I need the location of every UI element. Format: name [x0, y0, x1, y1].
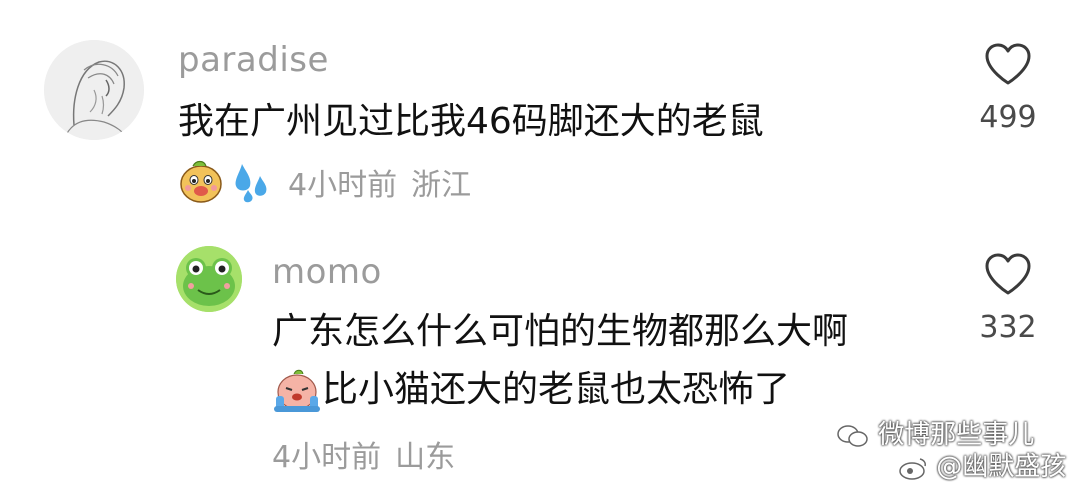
comment-text[interactable]: 我在广州见过比我46码脚还大的老鼠	[178, 100, 764, 144]
watermark-line2: @幽默盛孩	[898, 452, 1066, 482]
watermark-text-2: @幽默盛孩	[936, 452, 1067, 482]
timestamp: 4小时前	[272, 440, 382, 475]
weibo-icon	[899, 457, 926, 480]
wechat-icon	[837, 424, 868, 447]
heart-icon	[985, 253, 1031, 295]
like-count: 499	[979, 100, 1037, 135]
comment-text-line2[interactable]: 比小猫还大的老鼠也太恐怖了	[322, 368, 790, 412]
location: 山东	[395, 440, 456, 475]
heart-icon	[985, 43, 1031, 85]
avatar[interactable]	[44, 40, 144, 140]
dog-face-icon	[180, 160, 222, 203]
avatar[interactable]	[176, 246, 242, 312]
username[interactable]: paradise	[178, 40, 329, 80]
like-button[interactable]: 332	[963, 252, 1053, 346]
comment-meta: 4小时前 浙江	[288, 168, 471, 204]
location: 浙江	[411, 168, 472, 203]
comment-text-line1[interactable]: 广东怎么什么可怕的生物都那么大啊	[272, 310, 848, 354]
watermark-line1: 微博那些事儿	[836, 420, 1066, 450]
crying-peach-icon	[274, 369, 320, 412]
watermark: 微博那些事儿 @幽默盛孩	[836, 420, 1066, 482]
sweat-drops-icon	[235, 164, 267, 203]
watermark-text-1: 微博那些事儿	[878, 420, 1035, 450]
like-button[interactable]: 499	[963, 42, 1053, 136]
reaction-stickers	[178, 158, 278, 204]
username[interactable]: momo	[272, 252, 382, 292]
timestamp: 4小时前	[288, 168, 398, 203]
like-count: 332	[979, 310, 1037, 345]
comment-meta: 4小时前 山东	[272, 440, 455, 476]
